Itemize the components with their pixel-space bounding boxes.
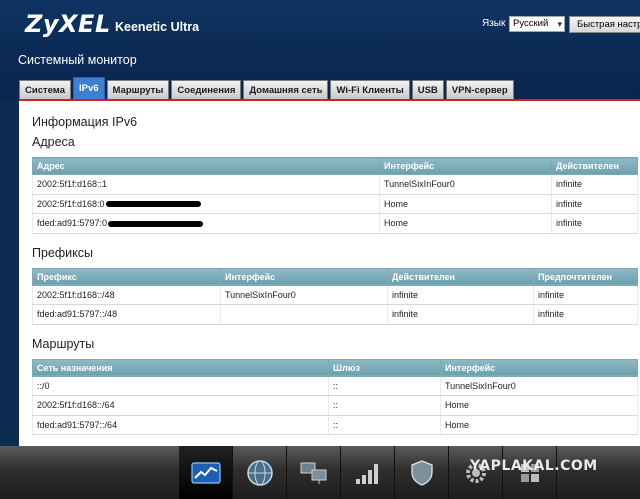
table-row: 2002:5f1f:d168::1 TunnelSixInFour0 infin… — [32, 174, 638, 195]
preferred-cell: infinite — [533, 285, 638, 305]
interface-cell: Home — [440, 415, 638, 435]
address-text: fded:ad91:5797:0 — [37, 218, 108, 229]
tab-routes[interactable]: Маршруты — [106, 80, 170, 99]
column-header: Префикс — [32, 267, 221, 286]
tab-connections[interactable]: Соединения — [171, 80, 242, 99]
table-row: 2002:5f1f:d168::/64 :: Home — [32, 395, 638, 416]
column-header: Интерфейс — [220, 267, 388, 286]
interface-cell: Home — [379, 194, 552, 214]
table-row: fded:ad91:5797::/48 infinite infinite — [32, 304, 638, 325]
table-row: 2002:5f1f:d168::/48 TunnelSixInFour0 inf… — [32, 285, 638, 305]
prefixes-heading: Префиксы — [32, 245, 93, 260]
column-header: Интерфейс — [440, 358, 638, 377]
interface-cell: Home — [379, 213, 552, 234]
routes-table: Сеть назначения Шлюз Интерфейс ::/0 :: T… — [32, 358, 638, 436]
table-row: fded:ad91:5797::/64 :: Home — [32, 415, 638, 435]
column-header: Действителен — [387, 267, 534, 286]
language-value: Русский — [513, 18, 549, 29]
addresses-table: Адрес Интерфейс Действителен 2002:5f1f:d… — [32, 157, 638, 234]
panel-title: Информация IPv6 — [32, 115, 138, 129]
redaction-scribble — [105, 201, 201, 208]
interface-cell: Home — [440, 395, 638, 416]
gateway-cell: :: — [328, 376, 441, 396]
zyxel-logo: ZyXEL — [25, 10, 111, 38]
monitor-graph-icon — [190, 461, 221, 484]
globe-icon — [246, 459, 273, 486]
table-row: 2002:5f1f:d168:0 Home infinite — [32, 194, 638, 214]
destination-cell: 2002:5f1f:d168::/64 — [32, 395, 329, 416]
column-header: Действителен — [551, 157, 638, 175]
page-title: Системный монитор — [18, 53, 137, 67]
redaction-scribble — [108, 220, 204, 227]
tab-usb[interactable]: USB — [411, 80, 444, 99]
tab-home-network[interactable]: Домашняя сеть — [243, 80, 329, 99]
address-text: 2002:5f1f:d168:0 — [37, 198, 105, 209]
routes-heading: Маршруты — [32, 336, 95, 351]
valid-cell: infinite — [387, 285, 534, 305]
device-model: Keenetic Ultra — [115, 20, 200, 34]
wifi-signal-bars-icon — [355, 463, 378, 484]
destination-cell: ::/0 — [32, 376, 329, 396]
dock-internet[interactable] — [233, 446, 287, 499]
bottom-dock-bar: YAPLAKAL.COM — [0, 446, 640, 499]
address-cell: fded:ad91:5797:0 — [32, 213, 380, 234]
gateway-cell: :: — [328, 415, 441, 435]
table-row: ::/0 :: TunnelSixInFour0 — [32, 376, 638, 396]
dock-security[interactable] — [395, 446, 449, 499]
column-header: Предпочтителен — [533, 267, 638, 286]
interface-cell: TunnelSixInFour0 — [379, 174, 552, 195]
watermark: YAPLAKAL.COM — [470, 458, 598, 474]
tab-bar: Система IPv6 Маршруты Соединения Домашня… — [19, 77, 516, 99]
tab-system[interactable]: Система — [19, 80, 71, 99]
prefix-cell: fded:ad91:5797::/48 — [32, 304, 221, 325]
column-header: Шлюз — [328, 358, 441, 377]
tab-ipv6[interactable]: IPv6 — [72, 77, 105, 99]
preferred-cell: infinite — [533, 304, 638, 325]
valid-cell: infinite — [387, 304, 534, 325]
valid-cell: infinite — [551, 194, 638, 214]
dock-home-network[interactable] — [287, 446, 341, 499]
address-cell: 2002:5f1f:d168:0 — [32, 194, 380, 214]
language-select[interactable]: Русский ▾ — [509, 16, 565, 32]
tab-vpn-server[interactable]: VPN-сервер — [445, 80, 514, 99]
addresses-heading: Адреса — [32, 135, 75, 149]
network-computers-icon — [300, 462, 326, 484]
chevron-down-icon: ▾ — [557, 19, 562, 29]
destination-cell: fded:ad91:5797::/64 — [32, 415, 329, 435]
column-header: Адрес — [32, 157, 380, 175]
prefixes-table: Префикс Интерфейс Действителен Предпочти… — [32, 267, 638, 325]
quick-setup-button[interactable]: Быстрая настр — [569, 16, 640, 33]
dock-wifi[interactable] — [341, 446, 395, 499]
prefix-cell: 2002:5f1f:d168::/48 — [32, 285, 221, 305]
dock-monitor[interactable] — [179, 446, 233, 499]
table-row: fded:ad91:5797:0 Home infinite — [32, 213, 638, 234]
gateway-cell: :: — [328, 395, 441, 416]
valid-cell: infinite — [551, 213, 638, 234]
interface-cell: TunnelSixInFour0 — [440, 376, 638, 396]
column-header: Интерфейс — [379, 157, 552, 175]
ipv6-panel: Информация IPv6 Адреса Адрес Интерфейс Д… — [19, 101, 640, 446]
valid-cell: infinite — [551, 174, 638, 195]
column-header: Сеть назначения — [32, 358, 329, 377]
tab-wifi-clients[interactable]: Wi-Fi Клиенты — [330, 80, 410, 99]
shield-icon — [410, 459, 433, 486]
interface-cell: TunnelSixInFour0 — [220, 285, 388, 305]
language-label: Язык — [482, 18, 506, 29]
address-cell: 2002:5f1f:d168::1 — [32, 174, 380, 195]
interface-cell — [220, 304, 388, 325]
